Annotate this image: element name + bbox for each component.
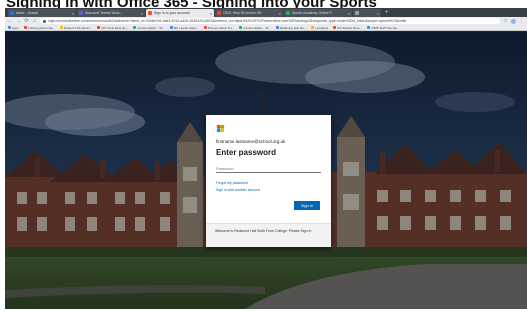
bookmark-item[interactable]: Wellbeing Hub Pa... <box>275 25 307 30</box>
signin-button[interactable]: Sign in <box>294 201 320 210</box>
tab-label: Inbox - Oracle <box>16 11 38 15</box>
back-arrow-icon[interactable]: ← <box>8 18 13 24</box>
bookmarks-bar: Apps Training Admin Da... Student TAS Ad… <box>5 25 527 31</box>
bookmark-favicon-icon <box>311 26 315 29</box>
new-tab-button[interactable]: + <box>382 9 392 17</box>
close-tab-icon[interactable]: × <box>279 11 281 16</box>
bookmark-label: O365 Staff Tips Sa... <box>371 25 399 30</box>
signin-card: firstname.lastname@school.org.uk Enter p… <box>206 115 331 247</box>
browser-tab[interactable]: OOS: Why 50 choice Off × <box>215 9 283 17</box>
profile-avatar[interactable] <box>511 18 516 24</box>
bookmark-favicon-icon <box>239 26 243 29</box>
bookmark-item[interactable]: Content Editor - Ta... <box>239 25 271 30</box>
star-icon[interactable]: ☆ <box>503 18 508 24</box>
tab-label: OOS: Why 50 choice Off <box>223 11 262 15</box>
bookmark-favicon-icon <box>23 26 27 29</box>
bookmark-label: Apps <box>12 25 19 30</box>
bookmark-label: Student TAS Admin... <box>63 25 93 30</box>
bookmark-item[interactable]: Locations <box>311 26 328 30</box>
toolbar-right: ☆ ⋮ <box>503 18 524 24</box>
bookmark-label: Content Editor - Ta... <box>243 25 271 30</box>
signin-footer-text: Welcome to Redwood Hall Sixth Form Colle… <box>206 223 331 247</box>
bookmark-favicon-icon <box>97 26 101 29</box>
bookmark-favicon-icon <box>169 26 173 29</box>
browser-tab[interactable]: Inbox - Oracle × <box>8 9 76 17</box>
browser-tab[interactable]: × <box>353 9 381 17</box>
bookmark-favicon-icon <box>8 26 11 29</box>
bookmark-favicon-icon <box>59 26 63 29</box>
alternate-signin-link[interactable]: Sign in with another account <box>216 188 321 192</box>
close-tab-icon[interactable]: × <box>72 11 74 16</box>
bookmark-label: GS Shared Drive... <box>337 25 363 30</box>
bookmark-favicon-icon <box>133 26 137 29</box>
url-text: login.microsoftonline.com/common/oauth2/… <box>48 19 407 23</box>
menu-dots-icon[interactable]: ⋮ <box>519 18 524 24</box>
bookmark-item[interactable]: MK Leader Dash... <box>169 25 199 30</box>
bookmark-item[interactable]: SCI Tools Beta Ho... <box>97 26 128 30</box>
reload-icon[interactable]: ⟳ <box>24 18 29 24</box>
tab-favicon-icon <box>286 11 290 15</box>
forward-arrow-icon[interactable]: → <box>16 18 21 24</box>
close-tab-icon[interactable]: × <box>210 11 212 16</box>
bookmark-favicon-icon <box>367 26 371 29</box>
close-tab-icon[interactable]: × <box>141 11 143 16</box>
tab-label: Sports Academy Online F... <box>292 11 335 15</box>
page-viewport: firstname.lastname@school.org.uk Enter p… <box>5 32 527 309</box>
bookmark-label: Locations <box>315 25 329 30</box>
signin-heading: Enter password <box>216 148 277 157</box>
organization-logo-icon <box>216 124 225 133</box>
bookmark-favicon-icon <box>333 26 337 29</box>
browser-tab-active[interactable]: Sign in to your account × <box>146 9 214 17</box>
home-icon[interactable]: ⌂ <box>32 18 37 24</box>
forgot-password-link[interactable]: Forgot my password <box>216 181 321 185</box>
browser-toolbar: ← → ⟳ ⌂ login.microsoftonline.com/common… <box>5 17 527 25</box>
bookmark-item[interactable]: Training Admin Da... <box>23 25 55 30</box>
bookmark-label: MK Leader Dash... <box>173 25 199 30</box>
bookmark-label: Content Editor - Ta... <box>137 25 165 30</box>
bookmark-item[interactable]: GS Shared Drive... <box>333 26 362 30</box>
bookmark-label: Planner Admin Pa... <box>207 25 235 30</box>
browser-tab[interactable]: Microsoft Teams Work... × <box>77 9 145 17</box>
bookmark-item[interactable]: Content Editor - Ta... <box>133 25 165 30</box>
bookmark-item[interactable]: Apps <box>8 26 19 30</box>
browser-tab[interactable]: Sports Academy Online F... × <box>284 9 352 17</box>
browser-window: Inbox - Oracle × Microsoft Teams Work...… <box>5 8 527 309</box>
bookmark-item[interactable]: Student TAS Admin... <box>59 25 93 30</box>
bookmark-item[interactable]: Planner Admin Pa... <box>203 25 235 30</box>
bookmark-item[interactable]: O365 Staff Tips Sa... <box>367 26 399 30</box>
bookmark-label: Wellbeing Hub Pa... <box>279 25 307 30</box>
lock-icon <box>43 19 46 23</box>
password-input[interactable] <box>216 165 321 173</box>
tab-bar: Inbox - Oracle × Microsoft Teams Work...… <box>5 8 527 17</box>
tab-label: Sign in to your account <box>154 11 190 15</box>
tab-label: Microsoft Teams Work... <box>85 11 123 15</box>
tab-favicon-icon <box>355 11 359 15</box>
close-tab-icon[interactable]: × <box>377 11 379 16</box>
bookmark-favicon-icon <box>275 26 279 29</box>
tab-favicon-icon <box>148 11 152 15</box>
bookmark-favicon-icon <box>203 26 207 29</box>
bookmark-label: SCI Tools Beta Ho... <box>101 25 129 30</box>
bookmark-label: Training Admin Da... <box>27 25 55 30</box>
tab-favicon-icon <box>79 11 83 15</box>
tab-favicon-icon <box>217 11 221 15</box>
tab-favicon-icon <box>10 11 14 15</box>
address-bar[interactable]: login.microsoftonline.com/common/oauth2/… <box>40 18 500 24</box>
account-email[interactable]: firstname.lastname@school.org.uk <box>216 139 321 144</box>
close-tab-icon[interactable]: × <box>348 11 350 16</box>
